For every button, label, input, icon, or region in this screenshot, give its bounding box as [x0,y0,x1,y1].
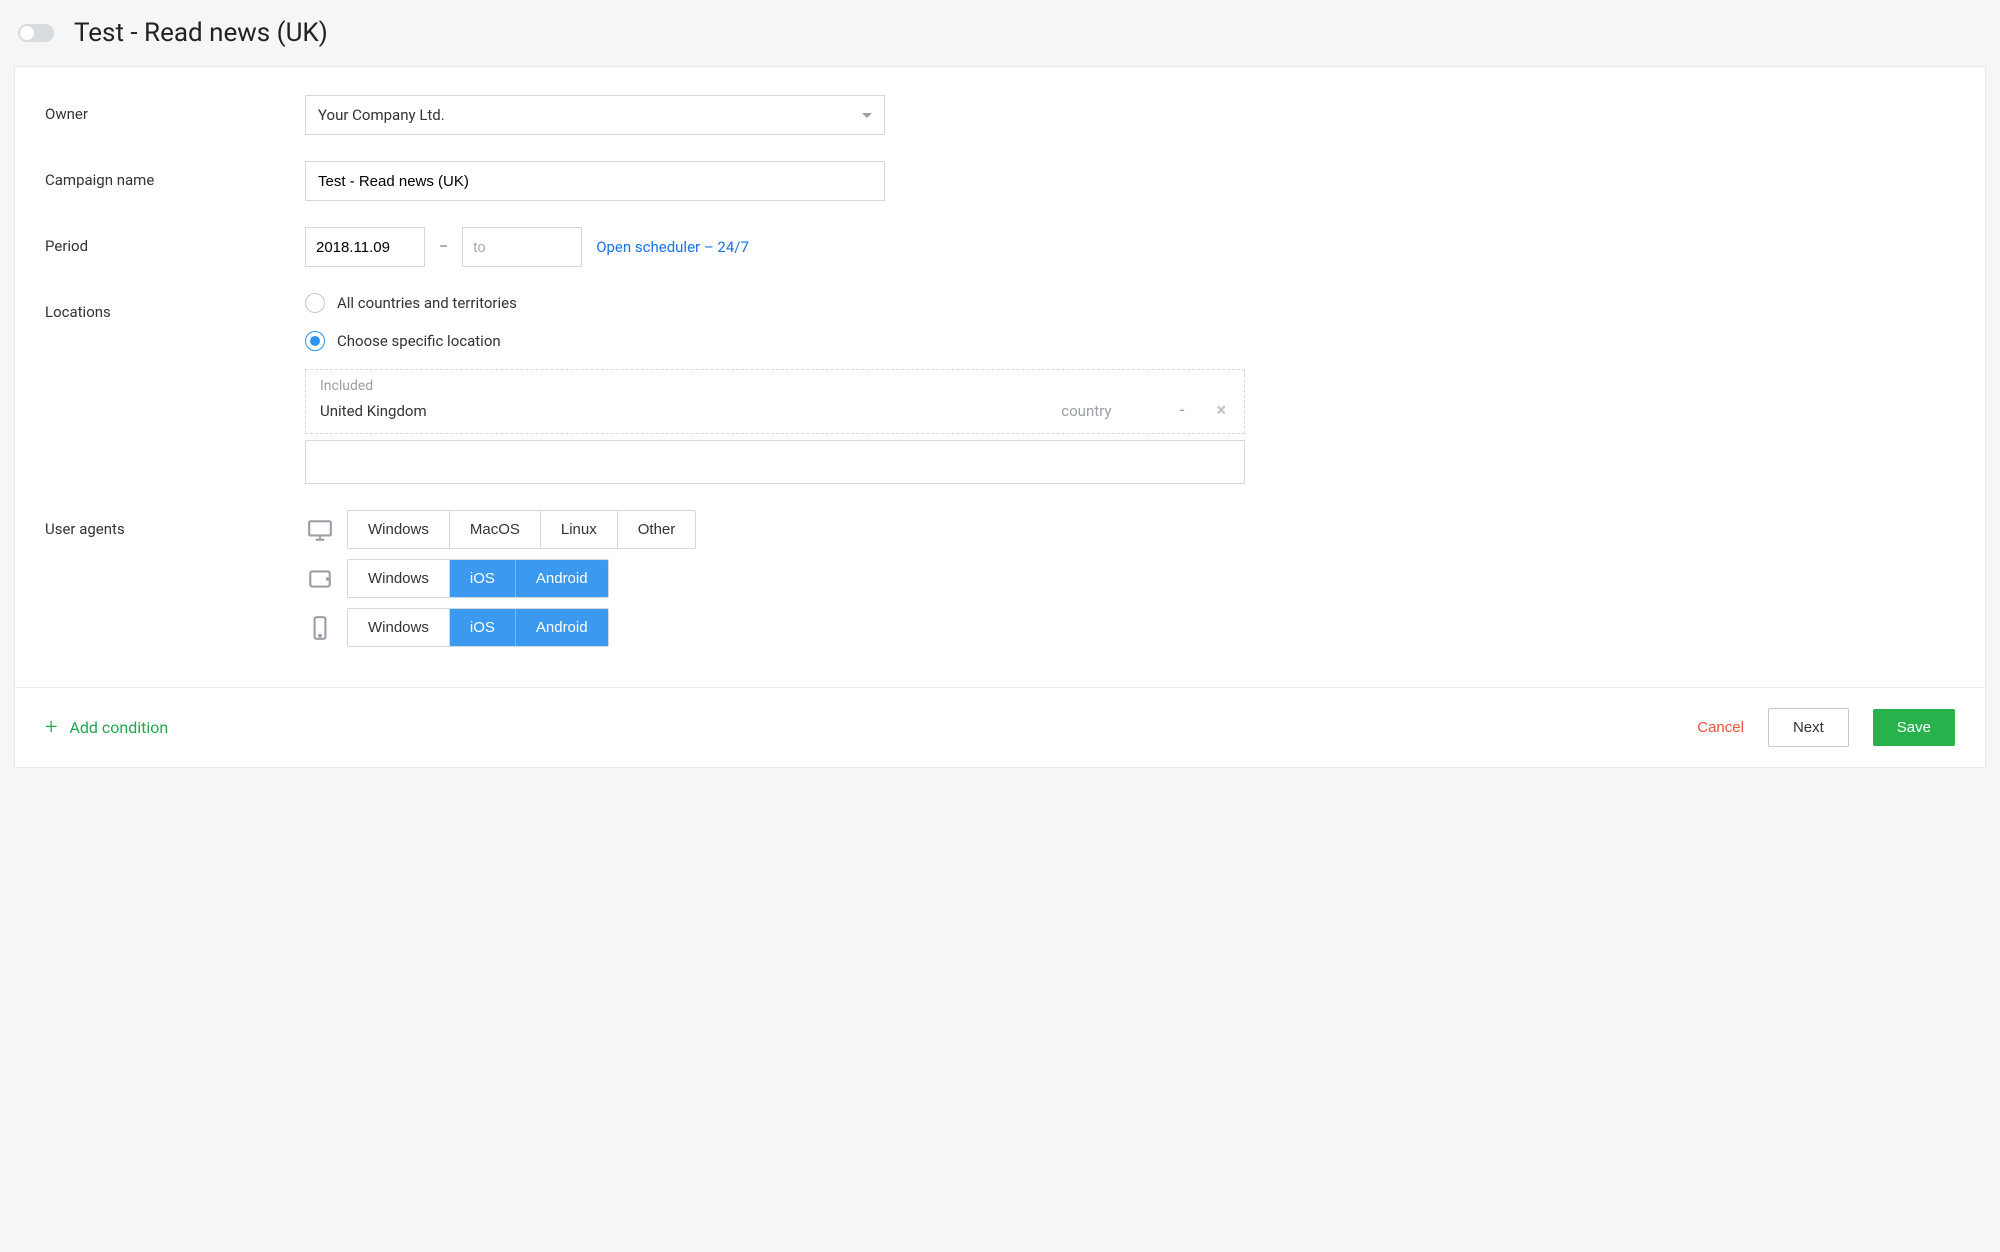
ua-option-ios[interactable]: iOS [450,609,516,646]
included-location-name: United Kingdom [320,402,1041,420]
add-condition-button[interactable]: + Add condition [45,717,168,739]
ua-option-macos[interactable]: MacOS [450,511,541,548]
owner-label: Owner [45,95,305,123]
locations-all-radio[interactable]: All countries and territories [305,293,1245,313]
mobile-icon [305,615,335,641]
ua-row-desktop: WindowsMacOSLinuxOther [305,510,1955,549]
tablet-icon [305,566,335,592]
included-title: Included [320,378,1230,394]
ua-option-other[interactable]: Other [618,511,696,548]
ua-button-group: WindowsiOSAndroid [347,608,609,647]
owner-select[interactable]: Your Company Ltd. [305,95,885,135]
ua-option-ios[interactable]: iOS [450,560,516,597]
radio-icon [305,293,325,313]
ua-button-group: WindowsiOSAndroid [347,559,609,598]
location-exclude-toggle[interactable]: - [1171,400,1192,421]
ua-button-group: WindowsMacOSLinuxOther [347,510,696,549]
ua-row-mobile: WindowsiOSAndroid [305,608,1955,647]
ua-option-android[interactable]: Android [516,609,608,646]
owner-select-value: Your Company Ltd. [318,106,445,124]
page-title: Test - Read news (UK) [74,18,328,48]
radio-icon [305,331,325,351]
campaign-name-input[interactable] [305,161,885,201]
open-scheduler-link[interactable]: Open scheduler – 24/7 [596,238,749,256]
ua-option-windows[interactable]: Windows [348,511,450,548]
location-search-input[interactable] [305,440,1245,484]
plus-icon: + [45,717,57,739]
included-location-item: United Kingdom country - × [320,400,1230,421]
locations-specific-radio[interactable]: Choose specific location [305,331,1245,351]
ua-row-tablet: WindowsiOSAndroid [305,559,1955,598]
next-button[interactable]: Next [1768,708,1849,747]
included-locations-box: Included United Kingdom country - × [305,369,1245,434]
included-location-type: country [1061,402,1111,420]
locations-label: Locations [45,293,305,321]
ua-option-windows[interactable]: Windows [348,609,450,646]
period-to-input[interactable] [462,227,582,267]
campaign-name-label: Campaign name [45,161,305,189]
period-from-input[interactable] [305,227,425,267]
ua-option-windows[interactable]: Windows [348,560,450,597]
campaign-enable-toggle[interactable] [18,24,54,42]
cancel-button[interactable]: Cancel [1697,719,1744,736]
locations-all-label: All countries and territories [337,294,517,312]
desktop-icon [305,517,335,543]
period-dash: – [439,239,448,255]
period-label: Period [45,227,305,255]
page-header: Test - Read news (UK) [0,0,2000,66]
locations-specific-label: Choose specific location [337,332,501,350]
user-agents-label: User agents [45,510,305,538]
save-button[interactable]: Save [1873,709,1955,746]
campaign-form-panel: Owner Your Company Ltd. Campaign name Pe… [14,66,1986,768]
add-condition-label: Add condition [69,718,168,737]
chevron-down-icon [862,113,872,118]
ua-option-linux[interactable]: Linux [541,511,618,548]
location-remove-button[interactable]: × [1212,400,1230,421]
ua-option-android[interactable]: Android [516,560,608,597]
